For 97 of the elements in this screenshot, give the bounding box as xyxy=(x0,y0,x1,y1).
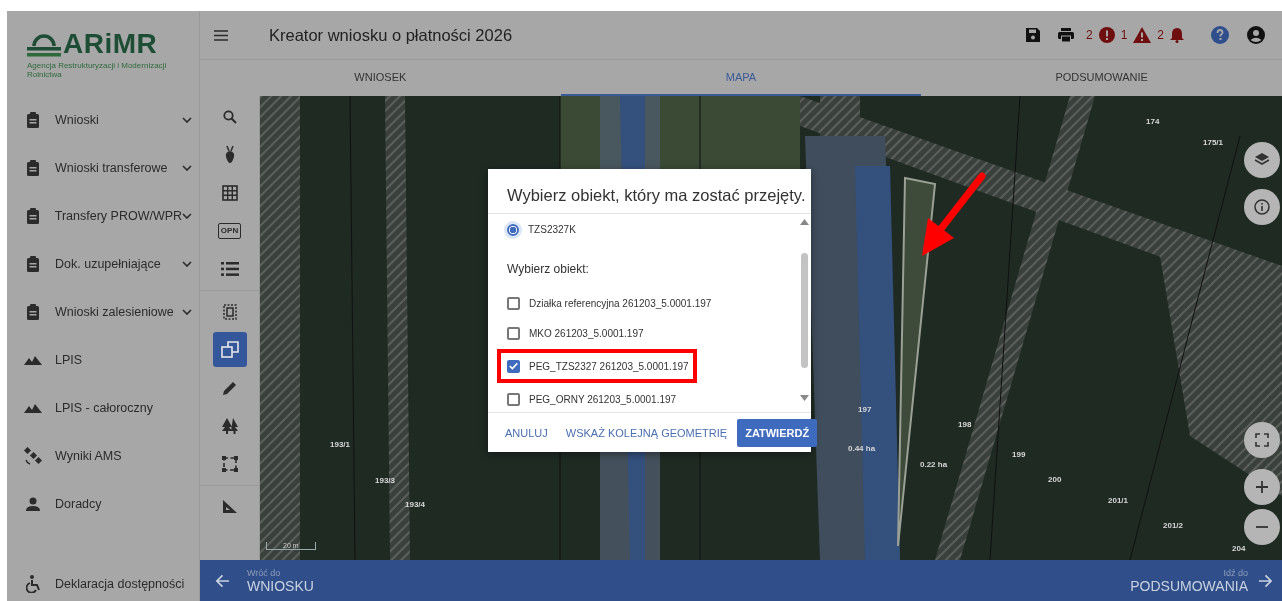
warning-triangle-icon xyxy=(1133,27,1152,44)
logo-text: ARiMR xyxy=(63,30,158,58)
arrow-right-icon xyxy=(1258,573,1272,588)
question-mark-icon xyxy=(1211,26,1229,45)
nav-item[interactable]: Wyniki AMS xyxy=(7,432,199,480)
accessibility-link[interactable]: Deklaracja dostępności xyxy=(7,567,199,601)
parcel-label: 197 xyxy=(858,405,872,414)
info-icon xyxy=(1254,199,1270,215)
parcel-label: 201/2 xyxy=(1163,521,1184,530)
arrow-left-icon xyxy=(215,573,229,588)
radio-button[interactable] xyxy=(507,223,519,236)
chevron-down-icon xyxy=(182,309,192,315)
parcel-label: 0.22 ha xyxy=(920,460,948,469)
radio-option[interactable]: TZS2327K xyxy=(501,217,797,243)
save-button[interactable] xyxy=(1025,28,1040,43)
parcel-label: 198 xyxy=(958,420,972,429)
minus-icon xyxy=(1256,526,1268,528)
overlapping-squares-icon xyxy=(220,340,239,359)
person-icon xyxy=(26,497,40,511)
confirm-button[interactable]: ZATWIERDŹ xyxy=(737,418,818,447)
tab[interactable]: PODSUMOWANIE xyxy=(921,60,1282,96)
chevron-down-icon xyxy=(182,261,192,267)
error-counter[interactable]: 2 xyxy=(1085,27,1115,44)
user-circle-icon xyxy=(1247,26,1265,45)
checkbox-option[interactable]: PEG_ORNY 261203_5.0001.197 xyxy=(501,386,797,412)
dialog-title: Wybierz obiekt, który ma zostać przejęty. xyxy=(506,185,807,206)
nav-item[interactable]: Doradcy xyxy=(7,480,199,528)
highlighted-option[interactable]: PEG_TZS2327 261203_5.0001.197 xyxy=(501,353,693,380)
dialog-button[interactable]: WSKAŻ KOLEJNĄ GEOMETRIĘ xyxy=(557,418,736,447)
help-button[interactable] xyxy=(1211,26,1229,45)
page-title: Kreator wniosku o płatności 2026 xyxy=(269,25,514,45)
scroll-down-icon[interactable] xyxy=(799,395,809,401)
parcel-label: 0.44 ha xyxy=(848,444,876,453)
fullscreen-icon xyxy=(1254,432,1270,448)
chevron-down-icon xyxy=(182,117,192,123)
satellite-icon xyxy=(24,447,42,465)
dialog-button[interactable]: ANULUJ xyxy=(497,418,556,447)
notification-counter[interactable]: 2 xyxy=(1157,27,1184,44)
account-button[interactable] xyxy=(1247,26,1265,45)
logo-emblem-icon xyxy=(27,32,61,58)
logo-subtitle: Agencja Restrukturyzacji i Modernizacji Rolnictwa xyxy=(27,61,168,79)
trees-icon xyxy=(220,417,239,434)
parcel-label: 193/4 xyxy=(405,500,426,509)
tool-button[interactable]: OPN xyxy=(212,213,247,248)
next-button[interactable]: Idź do PODSUMOWANIA xyxy=(1130,567,1282,594)
parcel-label: 204 xyxy=(1232,544,1246,553)
chevron-down-icon xyxy=(182,165,192,171)
parcel-label: 193/3 xyxy=(375,476,396,485)
pencil-icon xyxy=(222,380,237,395)
nav-item[interactable]: Wnioski zalesieniowe xyxy=(7,288,199,336)
checkbox[interactable] xyxy=(507,392,520,406)
parcel-label: 174 xyxy=(1146,117,1160,126)
parcel-label: 175/1 xyxy=(1203,138,1224,147)
nav-item[interactable]: Wnioski xyxy=(7,96,199,144)
parcel-label: 193/1 xyxy=(330,440,351,449)
nav-item[interactable]: Transfery PROW/WPR xyxy=(7,192,199,240)
checkbox[interactable] xyxy=(507,359,520,373)
section-label: Wybierz obiekt: xyxy=(507,262,590,277)
clipboard-icon xyxy=(26,256,40,272)
clipboard-icon xyxy=(26,160,40,176)
clipboard-icon xyxy=(25,208,40,224)
nav-item[interactable]: LPIS xyxy=(7,336,199,384)
plus-icon xyxy=(1254,479,1270,495)
ruler-triangle-icon xyxy=(221,499,238,514)
tab[interactable]: WNIOSEK xyxy=(200,60,561,96)
nav-item[interactable]: Wnioski transferowe xyxy=(7,144,199,192)
parcel-label: 200 xyxy=(1048,475,1062,484)
print-button[interactable] xyxy=(1057,28,1074,43)
back-button[interactable]: Wróć do WNIOSKU xyxy=(200,567,314,594)
mountains-icon xyxy=(24,403,42,413)
exclamation-circle-icon xyxy=(1098,27,1115,44)
list-icon xyxy=(220,261,239,276)
nav-item[interactable]: LPIS - całoroczny xyxy=(7,384,199,432)
mountains-icon xyxy=(24,355,42,365)
checkbox-option[interactable]: MKO 261203_5.0001.197 xyxy=(501,320,797,347)
warning-counter[interactable]: 1 xyxy=(1120,27,1152,44)
accessibility-icon xyxy=(26,575,40,593)
checkbox[interactable] xyxy=(507,326,520,340)
nav-item[interactable]: Dok. uzupełniające xyxy=(7,240,199,288)
grid-icon xyxy=(221,184,238,201)
parcel-label: 199 xyxy=(1012,450,1026,459)
bell-icon xyxy=(1170,27,1184,44)
tool-button[interactable] xyxy=(212,332,247,367)
menu-icon xyxy=(214,29,228,41)
layers-icon xyxy=(1254,152,1270,168)
printer-icon xyxy=(1057,28,1074,43)
beet-icon xyxy=(223,145,236,164)
dashed-rectangle-icon xyxy=(221,455,238,472)
checkbox-option[interactable]: Działka referencyjna 261203_5.0001.197 xyxy=(501,290,797,317)
search-icon xyxy=(222,109,237,124)
chevron-down-icon xyxy=(182,213,192,219)
clipboard-icon xyxy=(26,112,40,128)
dashed-square-icon xyxy=(222,303,237,320)
scroll-up-icon[interactable] xyxy=(799,219,809,225)
checkbox[interactable] xyxy=(507,296,520,310)
parcel-label: 201/1 xyxy=(1108,496,1129,505)
clipboard-icon xyxy=(26,304,40,320)
